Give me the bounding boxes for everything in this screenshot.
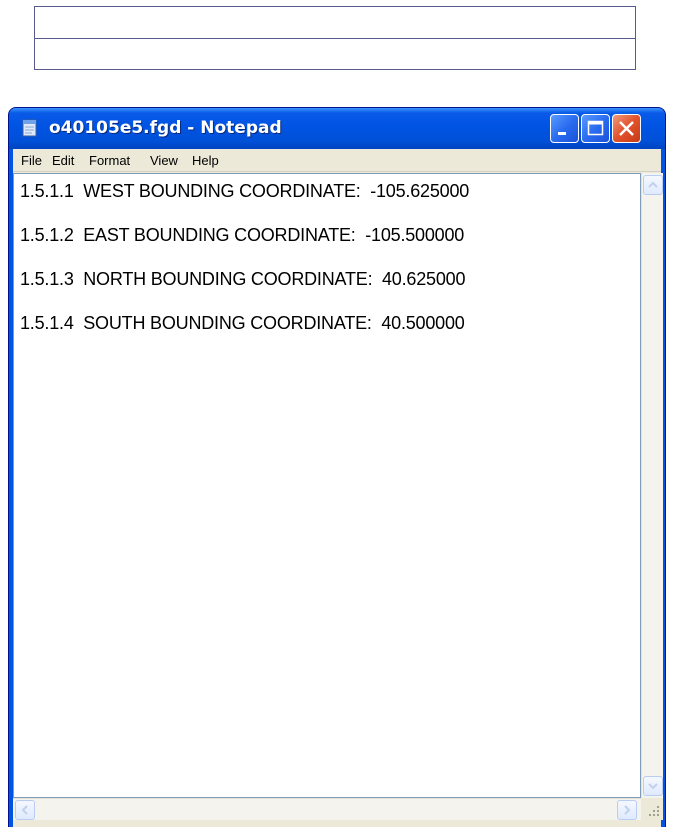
menu-bar: File Edit Format View Help (13, 149, 661, 172)
table-row (35, 38, 635, 69)
text-line: 1.5.1.3 NORTH BOUNDING COORDINATE: 40.62… (20, 269, 466, 289)
notepad-window: o40105e5.fgd - Notepad File Edit Format … (8, 107, 666, 827)
text-line: 1.5.1.2 EAST BOUNDING COORDINATE: -105.5… (20, 225, 465, 245)
menu-help[interactable]: Help (192, 153, 219, 168)
scroll-right-button[interactable] (617, 800, 637, 820)
scroll-up-button[interactable] (643, 175, 663, 195)
maximize-button[interactable] (581, 114, 610, 143)
empty-table (34, 6, 636, 70)
notepad-icon[interactable] (21, 118, 39, 138)
text-editor[interactable]: 1.5.1.1 WEST BOUNDING COORDINATE: -105.6… (13, 173, 641, 798)
vertical-scrollbar[interactable] (641, 173, 663, 798)
close-button[interactable] (612, 114, 641, 143)
document-text[interactable]: 1.5.1.1 WEST BOUNDING COORDINATE: -105.6… (20, 178, 620, 354)
arrow-right-icon (624, 805, 631, 815)
horizontal-scrollbar[interactable] (13, 798, 641, 820)
window-client: File Edit Format View Help 1.5.1.1 WEST … (13, 149, 663, 827)
arrow-left-icon (21, 805, 28, 815)
close-icon (619, 121, 634, 136)
resize-grip-icon (649, 806, 659, 816)
maximize-icon (587, 120, 604, 136)
size-grip[interactable] (641, 798, 663, 820)
scroll-down-button[interactable] (643, 776, 663, 796)
title-bar[interactable]: o40105e5.fgd - Notepad (9, 108, 665, 149)
menu-view[interactable]: View (150, 153, 178, 168)
menu-format[interactable]: Format (89, 153, 130, 168)
text-line: 1.5.1.1 WEST BOUNDING COORDINATE: -105.6… (20, 181, 470, 201)
menu-edit[interactable]: Edit (52, 153, 74, 168)
minimize-icon (558, 132, 566, 135)
arrow-up-icon (648, 181, 658, 188)
menu-file[interactable]: File (21, 153, 42, 168)
window-title: o40105e5.fgd - Notepad (49, 118, 282, 138)
text-line: 1.5.1.4 SOUTH BOUNDING COORDINATE: 40.50… (20, 313, 465, 333)
scroll-left-button[interactable] (15, 800, 35, 820)
minimize-button[interactable] (550, 114, 579, 143)
table-row (35, 7, 635, 38)
arrow-down-icon (648, 783, 658, 790)
